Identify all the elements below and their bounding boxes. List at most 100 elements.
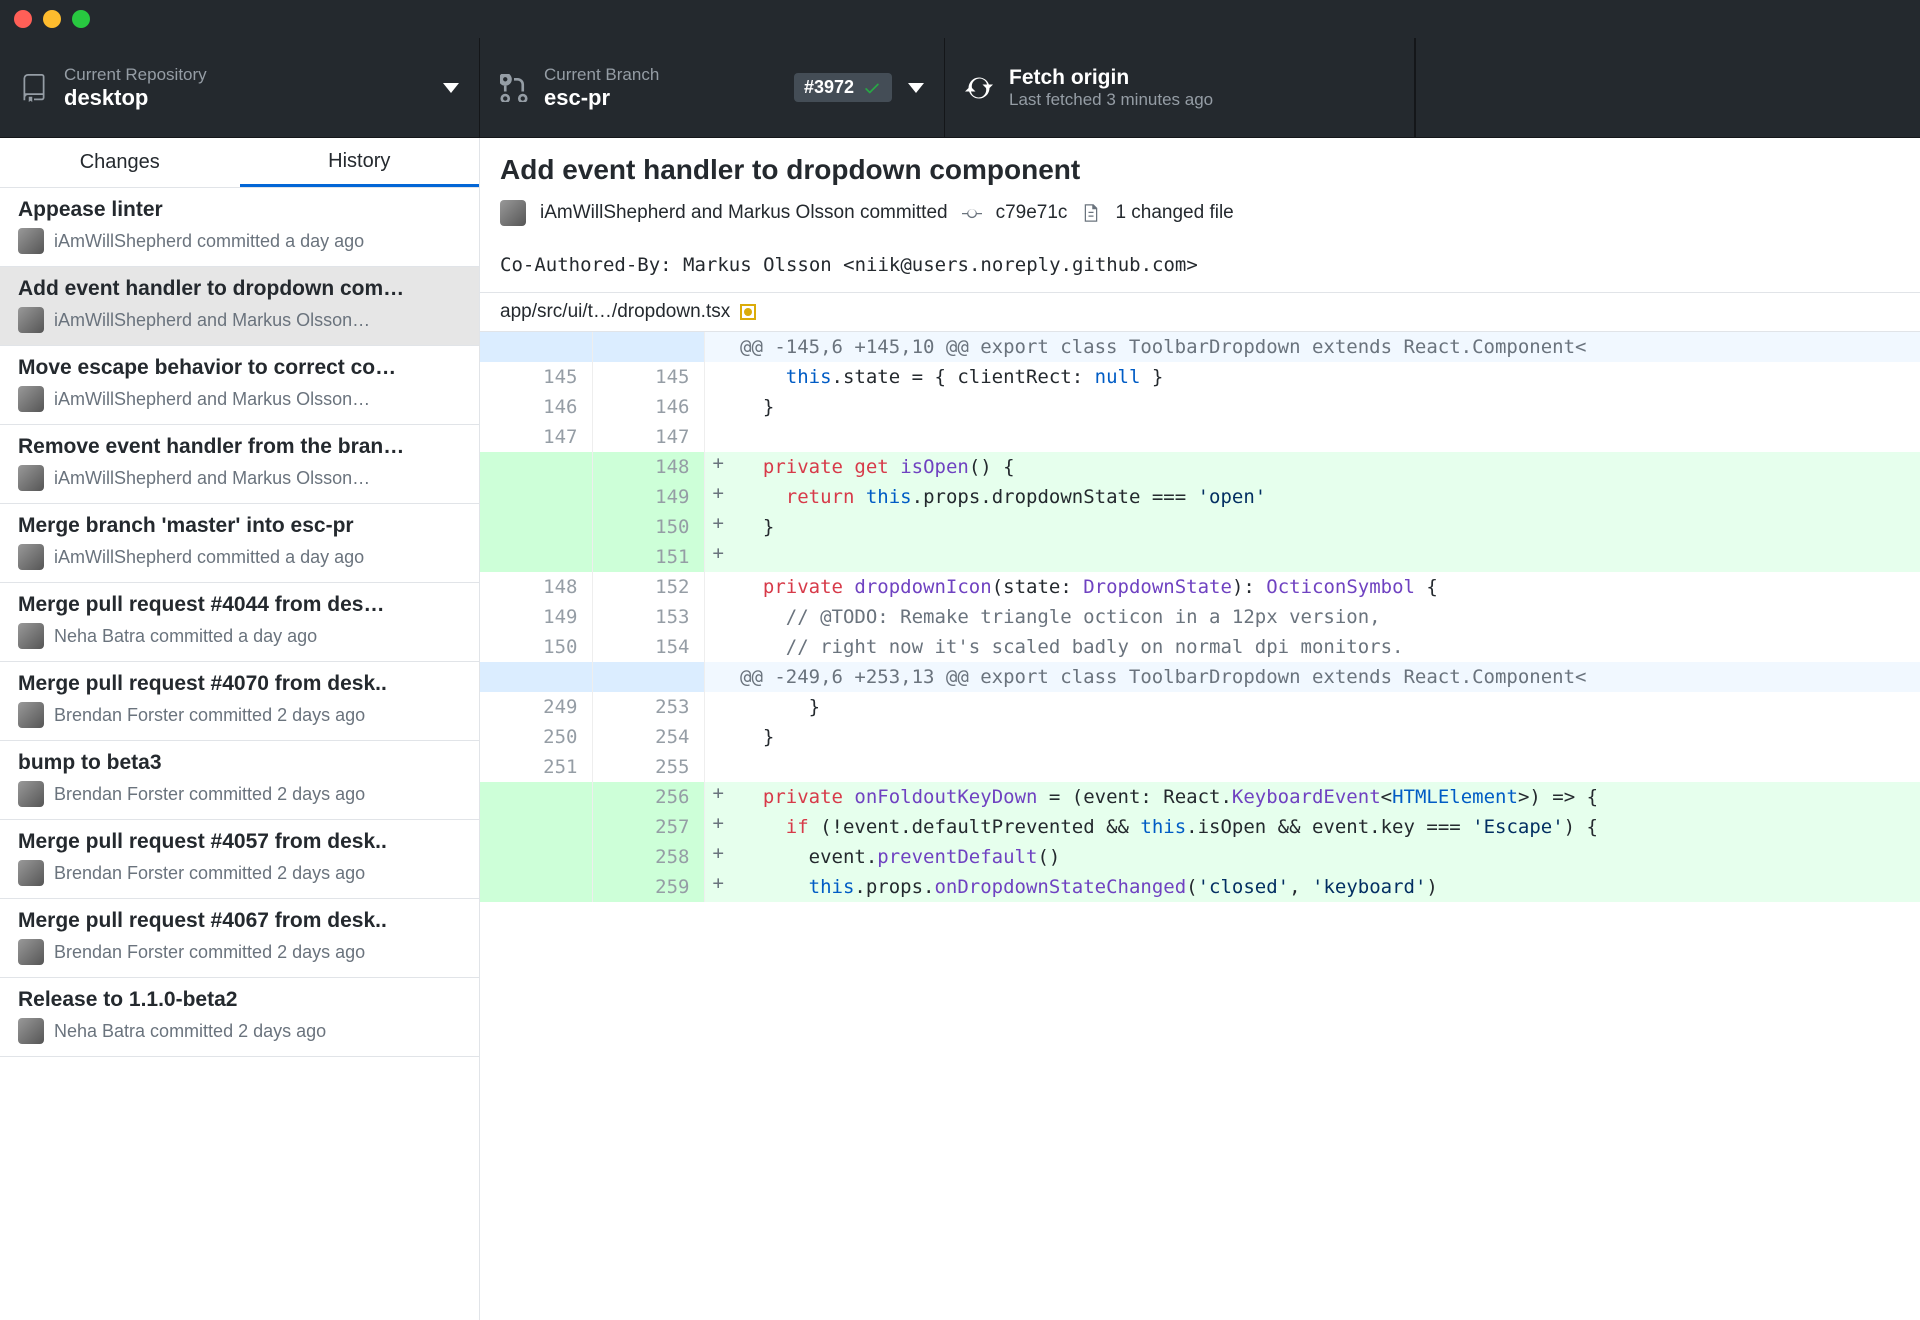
commit-item[interactable]: Move escape behavior to correct co…iAmWi… [0, 346, 479, 425]
commit-item[interactable]: Add event handler to dropdown com… iAmWil… [0, 267, 479, 346]
diff-view[interactable]: @@ -145,6 +145,10 @@ export class Toolba… [480, 332, 1920, 1320]
new-line-number: 154 [592, 632, 704, 662]
commit-description: Co-Authored-By: Markus Olsson <niik@user… [480, 244, 1920, 292]
new-line-number: 150 [592, 512, 704, 542]
app-toolbar: Current Repository desktop Current Branc… [0, 38, 1920, 138]
diff-sign: + [704, 512, 732, 542]
old-line-number [480, 512, 592, 542]
diff-code [732, 542, 1920, 572]
old-line-number: 147 [480, 422, 592, 452]
old-line-number [480, 782, 592, 812]
diff-code: } [732, 392, 1920, 422]
commit-item[interactable]: Merge pull request #4070 from desk..Bren… [0, 662, 479, 741]
commit-title: Add event handler to dropdown component [500, 154, 1900, 186]
new-line-number: 146 [592, 392, 704, 422]
branch-value: esc-pr [544, 85, 778, 111]
commit-item[interactable]: Merge pull request #4044 from des…Neha B… [0, 583, 479, 662]
new-line-number [592, 332, 704, 362]
diff-sign: + [704, 542, 732, 572]
repo-icon [20, 74, 48, 102]
modified-icon [740, 304, 756, 320]
sidebar: Changes History Appease linteriAmWillShe… [0, 138, 480, 1320]
diff-code: private onFoldoutKeyDown = (event: React… [732, 782, 1920, 812]
diff-code: // @TODO: Remake triangle octicon in a 1… [732, 602, 1920, 632]
avatar [18, 702, 44, 728]
check-icon [862, 78, 882, 98]
diff-sign [704, 572, 732, 602]
diff-sign [704, 692, 732, 722]
commit-item-title: Merge pull request #4067 from desk.. [18, 909, 461, 933]
old-line-number: 150 [480, 632, 592, 662]
commit-sha-icon [962, 203, 982, 223]
diff-sign: + [704, 782, 732, 812]
changed-file-row[interactable]: app/src/ui/t…/dropdown.tsx [480, 292, 1920, 332]
branch-label: Current Branch [544, 65, 778, 85]
commit-list[interactable]: Appease linteriAmWillShepherd committed … [0, 188, 479, 1320]
commit-item-byline: Neha Batra committed a day ago [18, 623, 461, 649]
commit-item-byline: iAmWillShepherd and Markus Olsson… [18, 465, 461, 491]
commit-item[interactable]: Release to 1.1.0-beta2 Neha Batra committ… [0, 978, 479, 1057]
close-window-button[interactable] [14, 10, 32, 28]
commit-item[interactable]: Remove event handler from the bran…iAmWi… [0, 425, 479, 504]
sync-icon [965, 74, 993, 102]
git-pull-request-icon [500, 74, 528, 102]
diff-sign [704, 332, 732, 362]
diff-sign [704, 602, 732, 632]
diff-line: 148152 private dropdownIcon(state: Dropd… [480, 572, 1920, 602]
commit-item[interactable]: Merge pull request #4067 from desk.. Bren… [0, 899, 479, 978]
avatar [500, 200, 526, 226]
tab-changes[interactable]: Changes [0, 138, 240, 187]
avatar [18, 465, 44, 491]
old-line-number: 149 [480, 602, 592, 632]
commit-item-title: bump to beta3 [18, 751, 461, 775]
commit-item[interactable]: bump to beta3Brendan Forster committed 2… [0, 741, 479, 820]
old-line-number [480, 482, 592, 512]
diff-sign [704, 752, 732, 782]
old-line-number [480, 542, 592, 572]
file-path: app/src/ui/t…/dropdown.tsx [500, 301, 730, 323]
tab-history[interactable]: History [240, 138, 480, 187]
avatar [18, 623, 44, 649]
diff-line: 148+ private get isOpen() { [480, 452, 1920, 482]
commit-item-title: Merge pull request #4070 from desk.. [18, 672, 461, 696]
new-line-number: 258 [592, 842, 704, 872]
diff-line: 249253 } [480, 692, 1920, 722]
new-line-number: 253 [592, 692, 704, 722]
diff-code: this.props.onDropdownStateChanged('close… [732, 872, 1920, 902]
commit-item-byline: Brendan Forster committed 2 days ago [18, 939, 461, 965]
toolbar-spacer [1415, 38, 1920, 137]
minimize-window-button[interactable] [43, 10, 61, 28]
old-line-number: 249 [480, 692, 592, 722]
diff-line: 149153 // @TODO: Remake triangle octicon… [480, 602, 1920, 632]
pr-status-badge[interactable]: #3972 [794, 73, 892, 102]
diff-sign [704, 422, 732, 452]
diff-code: event.preventDefault() [732, 842, 1920, 872]
commit-sha: c79e71c [996, 202, 1068, 224]
commit-item-title: Add event handler to dropdown com… [18, 277, 461, 301]
diff-code: return this.props.dropdownState === 'ope… [732, 482, 1920, 512]
commit-item[interactable]: Merge pull request #4057 from desk..Bren… [0, 820, 479, 899]
diff-sign: + [704, 482, 732, 512]
commit-item-byline: Neha Batra committed 2 days ago [18, 1018, 461, 1044]
commit-item[interactable]: Appease linteriAmWillShepherd committed … [0, 188, 479, 267]
fetch-button[interactable]: Fetch origin Last fetched 3 minutes ago [945, 38, 1415, 137]
avatar [18, 544, 44, 570]
diff-line: 150+ } [480, 512, 1920, 542]
window-titlebar [0, 0, 1920, 38]
commit-item[interactable]: Merge branch 'master' into esc-priAmWill… [0, 504, 479, 583]
diff-code: @@ -145,6 +145,10 @@ export class Toolba… [732, 332, 1920, 362]
commit-item-byline: iAmWillShepherd and Markus Olsson… [18, 307, 461, 333]
repo-label: Current Repository [64, 65, 427, 85]
commit-item-title: Move escape behavior to correct co… [18, 356, 461, 380]
old-line-number [480, 842, 592, 872]
old-line-number [480, 332, 592, 362]
maximize-window-button[interactable] [72, 10, 90, 28]
diff-sign [704, 392, 732, 422]
diff-code [732, 752, 1920, 782]
diff-code: } [732, 692, 1920, 722]
diff-code: } [732, 722, 1920, 752]
branch-dropdown[interactable]: Current Branch esc-pr #3972 [480, 38, 945, 137]
repository-dropdown[interactable]: Current Repository desktop [0, 38, 480, 137]
commit-item-title: Release to 1.1.0-beta2 [18, 988, 461, 1012]
chevron-down-icon [908, 83, 924, 93]
